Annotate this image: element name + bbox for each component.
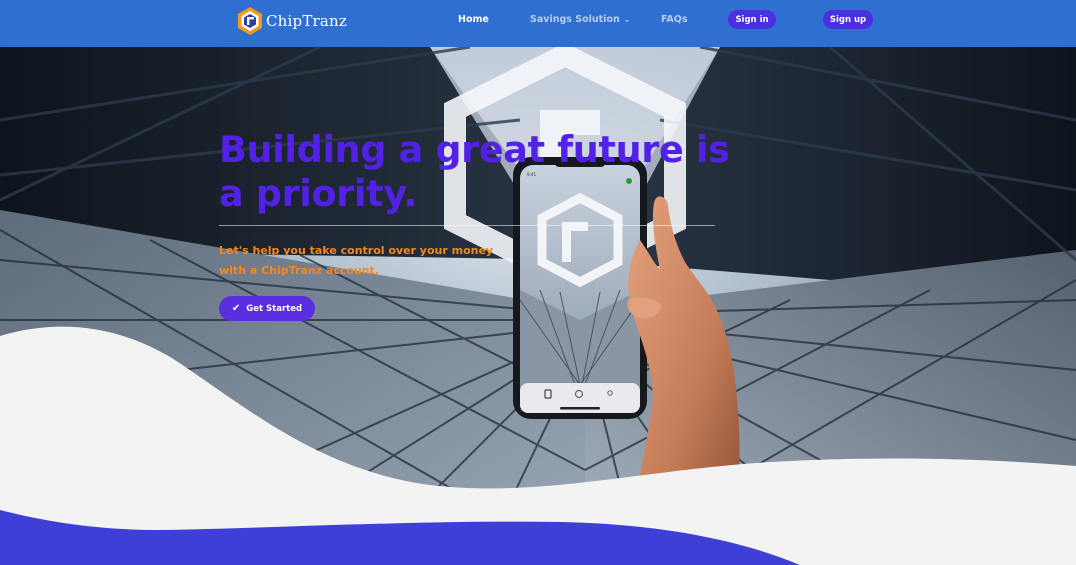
- nav-savings-label: Savings Solution: [530, 14, 620, 25]
- brand-name: ChipTranz: [266, 12, 348, 30]
- sign-in-label: Sign in: [735, 14, 769, 25]
- nav-savings-solution-menu[interactable]: Savings Solution ⌄: [530, 14, 630, 25]
- sign-up-label: Sign up: [829, 14, 867, 25]
- chevron-down-icon: ⌄: [623, 15, 631, 24]
- top-navbar: ChipTranz Home Savings Solution ⌄ FAQs Si…: [0, 0, 1076, 47]
- hexagon-ct-logo-icon: [238, 7, 262, 35]
- brand-logo[interactable]: ChipTranz: [236, 6, 347, 36]
- nav-home-link[interactable]: Home: [458, 14, 489, 25]
- sign-in-button[interactable]: Sign in: [728, 10, 776, 29]
- nav-faqs-link[interactable]: FAQs: [661, 14, 687, 25]
- sign-up-button[interactable]: Sign up: [823, 10, 873, 29]
- landing-page: 9:41 ChipTranz Home Savings Solution ⌄ FA: [0, 0, 1076, 565]
- wave-divider: [0, 326, 1076, 565]
